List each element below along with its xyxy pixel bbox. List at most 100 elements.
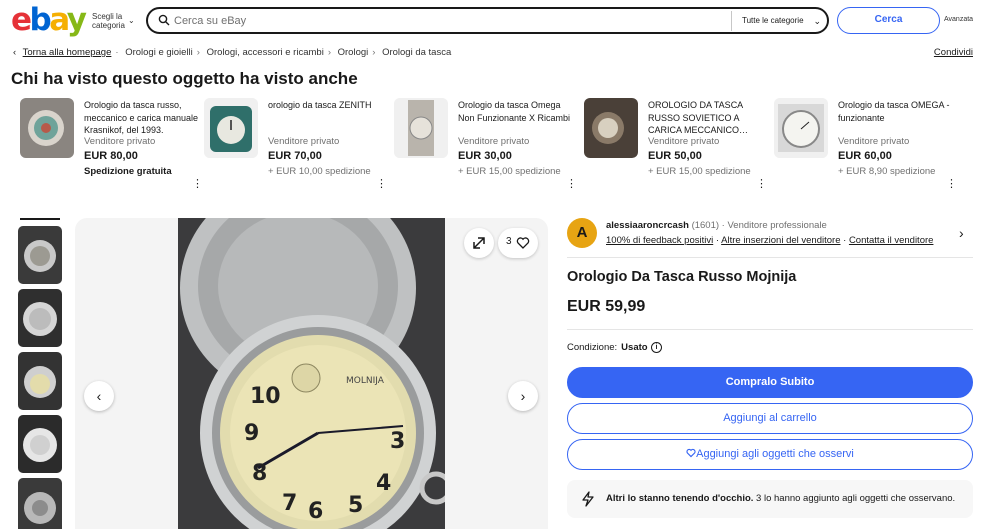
card-shipping: + EUR 8,90 spedizione [838, 166, 936, 177]
card-title[interactable]: Orologio da tasca OMEGA - funzionante [838, 99, 953, 124]
search-button[interactable]: Cerca [837, 7, 940, 34]
previous-image-button[interactable]: ‹ [84, 381, 114, 411]
gallery-thumbnail[interactable] [18, 226, 62, 284]
card-seller: Venditore privato [458, 136, 530, 147]
item-thumbnail[interactable] [584, 98, 638, 158]
breadcrumb: ‹ Torna alla homepage · Orologi e gioiell… [13, 47, 452, 58]
watchers-text: Altri lo stanno tenendo d'occhio. 3 lo h… [606, 493, 956, 504]
heart-icon [686, 448, 696, 458]
seller-links: 100% di feedback positivi · Altre inserz… [606, 235, 934, 246]
breadcrumb-watches[interactable]: Orologi [338, 47, 369, 58]
heart-icon [516, 237, 530, 249]
category-select[interactable]: Tutte le categorie ⌄ [731, 11, 827, 31]
also-viewed-card[interactable]: Orologio da tasca russo, meccanico e car… [20, 98, 203, 193]
svg-text:3: 3 [390, 429, 405, 454]
condition-value: Usato [621, 342, 648, 353]
lightning-icon [582, 491, 594, 507]
buy-now-button[interactable]: Compralo Subito [567, 367, 973, 398]
chevron-left-icon: ‹ [13, 47, 17, 58]
item-thumbnail[interactable] [20, 98, 74, 158]
seller-name[interactable]: alessiaaroncrcash [606, 220, 689, 231]
chevron-down-icon: ⌄ [813, 16, 821, 26]
gallery-thumbnail[interactable] [18, 478, 62, 529]
ebay-logo[interactable]: ebay [11, 3, 87, 37]
more-options-icon[interactable]: ⋮ [756, 179, 767, 190]
card-seller: Venditore privato [648, 136, 720, 147]
item-price: EUR 59,99 [567, 298, 646, 315]
breadcrumb-jewelry[interactable]: Orologi e gioielli [125, 47, 193, 58]
gallery-thumbnail[interactable] [18, 352, 62, 410]
seller-feedback-count: (1601) [691, 220, 720, 231]
feedback-link[interactable]: 100% di feedback positivi [606, 235, 713, 246]
divider [567, 329, 973, 330]
search-icon [158, 14, 170, 26]
info-icon[interactable]: i [651, 342, 662, 353]
chevron-down-icon: ⌄ [128, 16, 135, 25]
item-condition: Condizione: Usato [567, 342, 648, 353]
item-title: Orologio Da Tasca Russo Mojnija [567, 269, 797, 285]
other-listings-link[interactable]: Altre inserzioni del venditore [721, 235, 840, 246]
watch-count-button[interactable]: 3 [498, 228, 538, 258]
card-title[interactable]: Orologio da tasca russo, meccanico e car… [84, 99, 199, 137]
main-image-viewer[interactable]: MOLNIJA 10 9 8 7 6 5 4 3 [75, 218, 548, 529]
card-seller: Venditore privato [84, 136, 156, 147]
card-seller: Venditore privato [268, 136, 340, 147]
advanced-search-link[interactable]: Avanzata [944, 16, 973, 23]
expand-icon [473, 237, 485, 249]
chevron-left-icon: ‹ [96, 388, 102, 404]
more-options-icon[interactable]: ⋮ [566, 179, 577, 190]
active-thumbnail-indicator [20, 218, 60, 220]
svg-text:8: 8 [252, 461, 267, 486]
more-options-icon[interactable]: ⋮ [192, 179, 203, 190]
card-shipping: Spedizione gratuita [84, 166, 172, 177]
also-viewed-card[interactable]: orologio da tasca ZENITH Venditore priva… [204, 98, 387, 193]
seller-avatar[interactable]: A [567, 218, 597, 248]
card-title[interactable]: Orologio da tasca Omega Non Funzionante … [458, 99, 573, 124]
more-options-icon[interactable]: ⋮ [376, 179, 387, 190]
dial-brand-text: MOLNIJA [346, 376, 385, 386]
next-image-button[interactable]: › [508, 381, 538, 411]
watch-count: 3 [506, 236, 512, 247]
card-price: EUR 50,00 [648, 150, 702, 162]
add-to-cart-button[interactable]: Aggiungi al carrello [567, 403, 973, 434]
svg-text:4: 4 [376, 471, 391, 496]
card-price: EUR 80,00 [84, 150, 138, 162]
card-shipping: + EUR 10,00 spedizione [268, 166, 371, 177]
expand-image-button[interactable] [464, 228, 494, 258]
card-title[interactable]: OROLOGIO DA TASCA RUSSO SOVIETICO A CARI… [648, 99, 763, 137]
more-options-icon[interactable]: ⋮ [946, 179, 957, 190]
item-thumbnail[interactable] [394, 98, 448, 158]
gallery-thumbnail[interactable] [18, 415, 62, 473]
also-viewed-card[interactable]: Orologio da tasca Omega Non Funzionante … [394, 98, 577, 193]
svg-text:9: 9 [244, 421, 259, 446]
product-photo[interactable]: MOLNIJA 10 9 8 7 6 5 4 3 [178, 218, 445, 529]
contact-seller-link[interactable]: Contatta il venditore [849, 235, 934, 246]
watchers-signal: Altri lo stanno tenendo d'occhio. 3 lo h… [567, 480, 973, 518]
chevron-right-icon[interactable]: › [959, 225, 964, 241]
card-shipping: + EUR 15,00 spedizione [458, 166, 561, 177]
also-viewed-card[interactable]: Orologio da tasca OMEGA - funzionante Ve… [774, 98, 957, 193]
header: ebay Scegli la categoria ⌄ Tutte le cate… [0, 0, 1000, 42]
item-thumbnail[interactable] [204, 98, 258, 158]
gallery-thumbnail[interactable] [18, 289, 62, 347]
seller-card[interactable]: A alessiaaroncrcash (1601) · Venditore p… [567, 218, 973, 258]
svg-text:5: 5 [348, 493, 363, 518]
card-price: EUR 70,00 [268, 150, 322, 162]
breadcrumb-watch-accessories[interactable]: Orologi, accessori e ricambi [207, 47, 324, 58]
also-viewed-card[interactable]: OROLOGIO DA TASCA RUSSO SOVIETICO A CARI… [584, 98, 767, 193]
item-thumbnail[interactable] [774, 98, 828, 158]
svg-text:6: 6 [308, 499, 323, 524]
search-input[interactable] [174, 12, 729, 30]
breadcrumb-pocket-watches[interactable]: Orologi da tasca [382, 47, 451, 58]
share-link[interactable]: Condividi [934, 47, 973, 58]
svg-text:7: 7 [282, 491, 297, 516]
seller-info: alessiaaroncrcash (1601) · Venditore pro… [606, 220, 827, 231]
seller-type: Venditore professionale [727, 220, 827, 231]
add-to-watchlist-button[interactable]: Aggiungi agli oggetti che osservi [567, 439, 973, 470]
card-title[interactable]: orologio da tasca ZENITH [268, 99, 383, 112]
shop-by-category-button[interactable]: Scegli la categoria ⌄ [92, 12, 136, 30]
breadcrumb-home[interactable]: Torna alla homepage [23, 47, 112, 58]
also-viewed-title: Chi ha visto questo oggetto ha visto anc… [11, 69, 358, 88]
card-seller: Venditore privato [838, 136, 910, 147]
card-shipping: + EUR 15,00 spedizione [648, 166, 751, 177]
